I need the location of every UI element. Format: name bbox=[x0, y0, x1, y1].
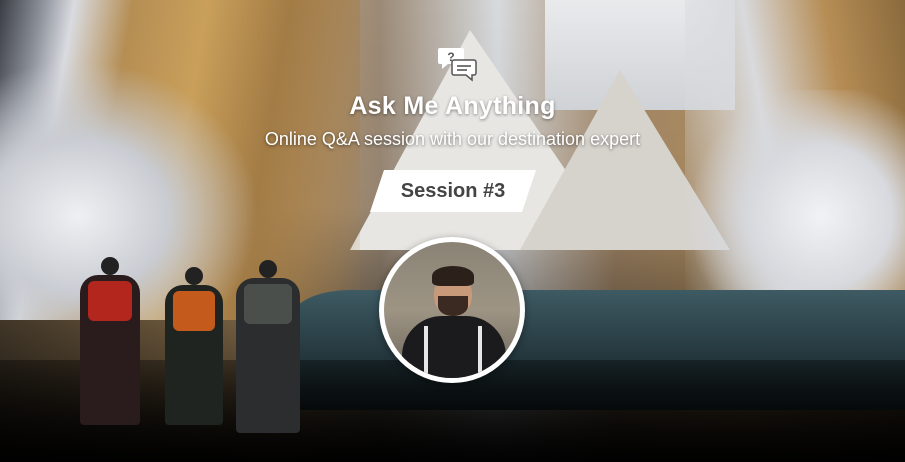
hiker bbox=[80, 257, 140, 425]
ama-banner: ? Ask Me Anything Online Q&A session wit… bbox=[0, 0, 905, 462]
banner-title: Ask Me Anything bbox=[349, 92, 556, 120]
chat-bubbles-question-icon: ? bbox=[438, 46, 478, 82]
banner-subtitle: Online Q&A session with our destination … bbox=[264, 129, 641, 149]
session-label: Session #3 bbox=[400, 180, 506, 202]
hiker bbox=[165, 267, 223, 425]
expert-avatar bbox=[379, 237, 525, 383]
hiker bbox=[236, 260, 300, 433]
session-badge: Session #3 bbox=[370, 170, 536, 212]
snow-slope-right bbox=[695, 90, 905, 300]
